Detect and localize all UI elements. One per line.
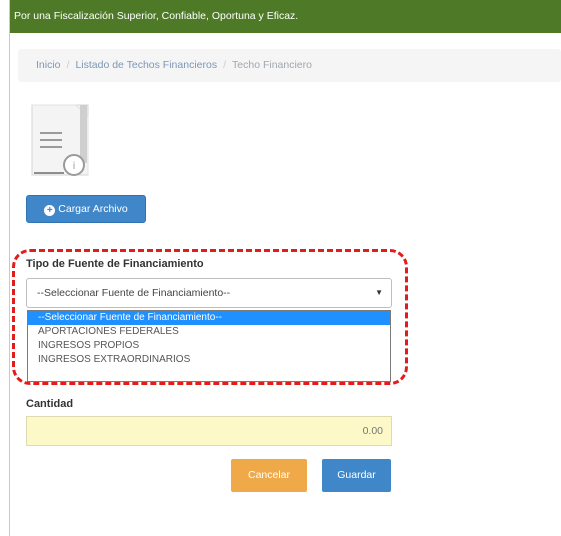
upload-file-button[interactable]: + Cargar Archivo — [26, 195, 146, 223]
cantidad-input[interactable]: 0.00 — [26, 416, 392, 446]
cantidad-value: 0.00 — [362, 425, 383, 437]
fuente-options-list: --Seleccionar Fuente de Financiamiento--… — [27, 310, 391, 382]
fuente-option[interactable]: INGRESOS PROPIOS — [28, 339, 390, 353]
svg-text:i: i — [73, 161, 76, 172]
banner-slogan: Por una Fiscalización Superior, Confiabl… — [14, 10, 299, 22]
breadcrumb-inicio[interactable]: Inicio — [36, 59, 61, 71]
fuente-option[interactable]: INGRESOS EXTRAORDINARIOS — [28, 353, 390, 367]
cantidad-label: Cantidad — [26, 398, 74, 410]
top-banner: Por una Fiscalización Superior, Confiabl… — [10, 0, 561, 33]
breadcrumb: Inicio / Listado de Techos Financieros / Tec… — [18, 49, 561, 82]
fuente-select-value: --Seleccionar Fuente de Financiamiento-- — [37, 287, 231, 299]
save-button[interactable]: Guardar — [322, 459, 391, 492]
document-file-icon: i — [28, 103, 96, 179]
breadcrumb-listado[interactable]: Listado de Techos Financieros — [75, 59, 217, 71]
breadcrumb-separator: / — [66, 59, 70, 71]
fuente-label: Tipo de Fuente de Financiamiento — [26, 258, 204, 270]
breadcrumb-separator: / — [223, 59, 227, 71]
cancel-button[interactable]: Cancelar — [231, 459, 307, 492]
upload-file-label: Cargar Archivo — [58, 203, 128, 215]
dropdown-caret-icon: ▼ — [375, 288, 383, 297]
fuente-select[interactable]: --Seleccionar Fuente de Financiamiento--… — [26, 278, 392, 308]
plus-circle-icon: + — [44, 205, 56, 216]
fuente-option[interactable]: APORTACIONES FEDERALES — [28, 325, 390, 339]
breadcrumb-current: Techo Financiero — [232, 59, 312, 71]
page-left-border — [9, 0, 10, 536]
fuente-option[interactable]: --Seleccionar Fuente de Financiamiento-- — [28, 311, 390, 325]
